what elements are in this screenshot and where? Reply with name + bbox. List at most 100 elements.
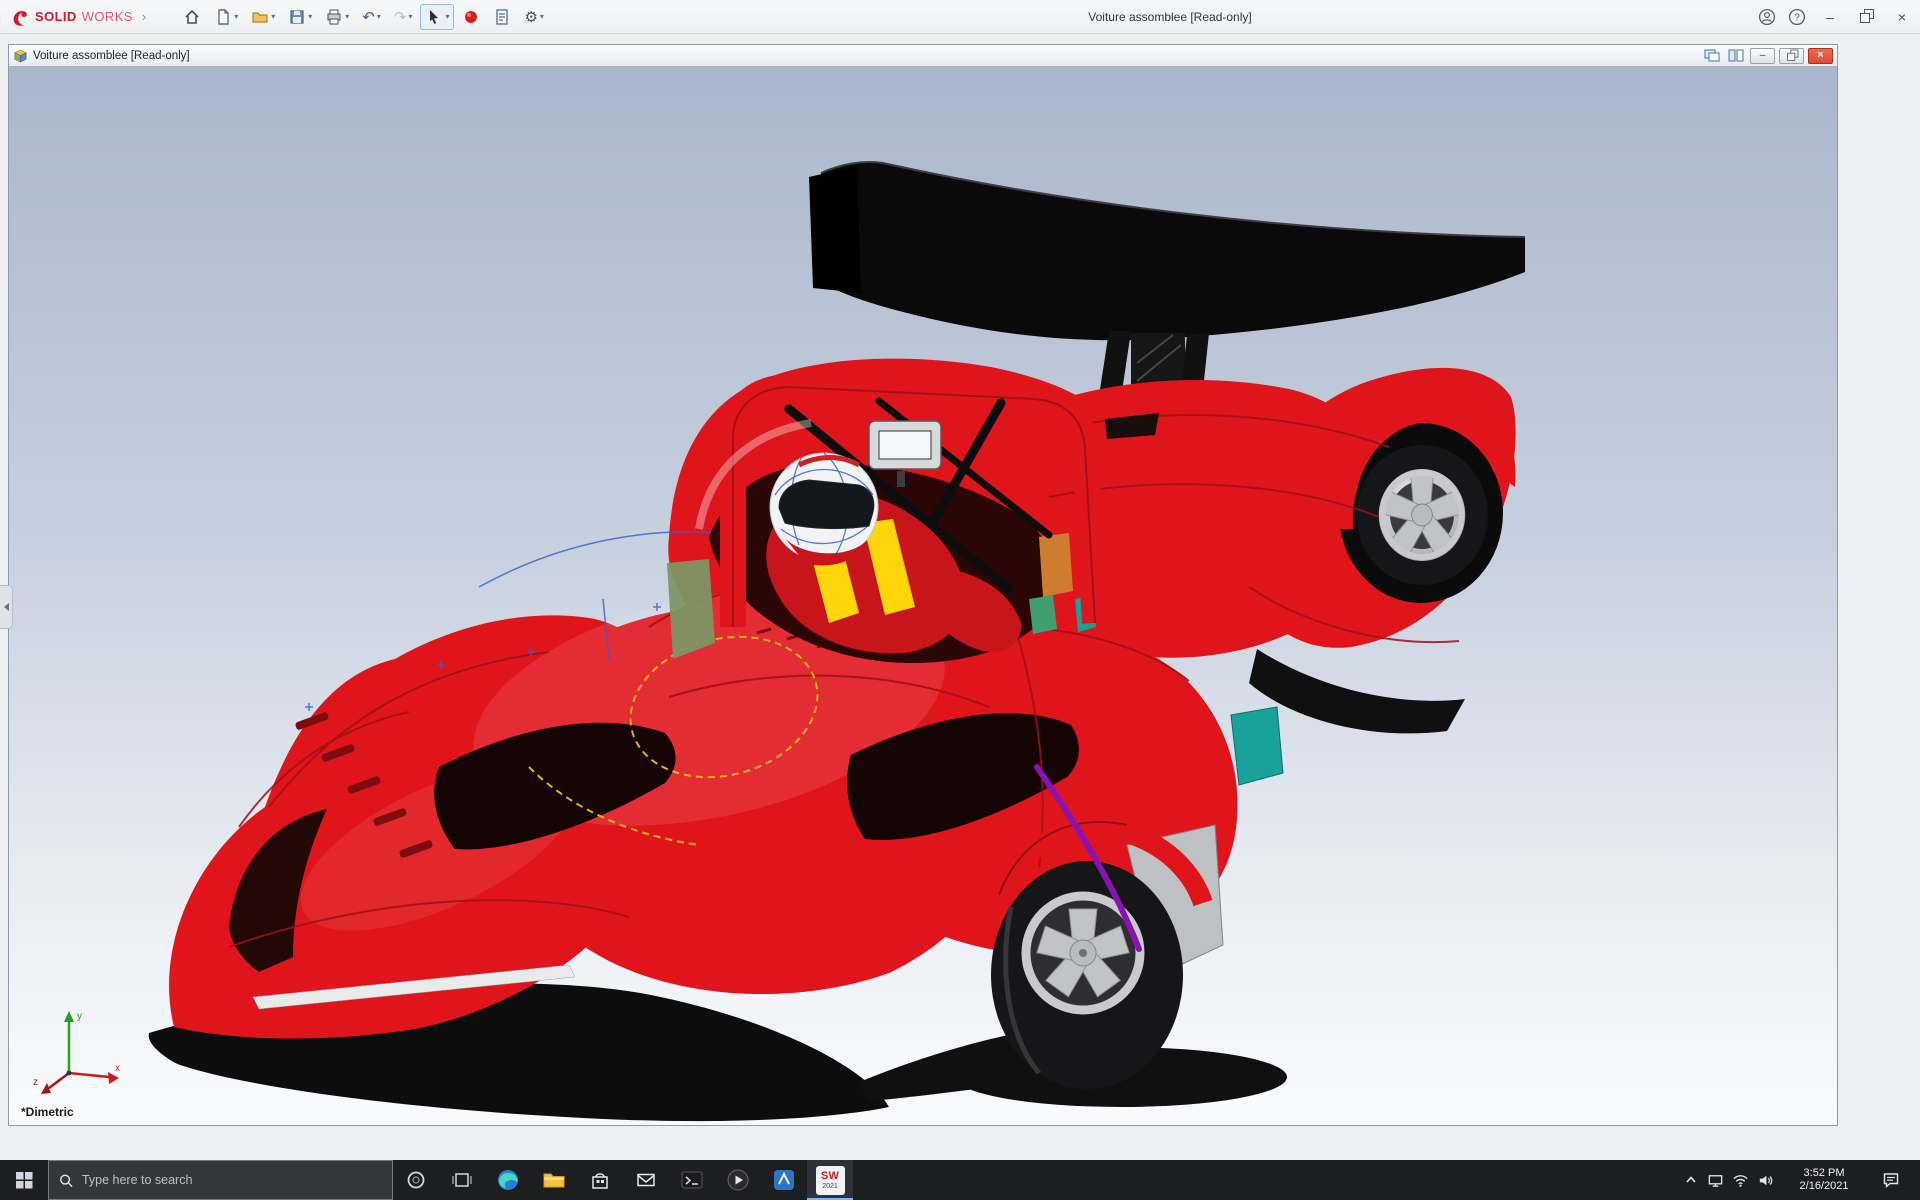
cursor-select-icon: [425, 8, 443, 26]
windows-taskbar: SW 2021 3:52 PM 2/16/2021: [0, 1160, 1920, 1200]
document-properties-icon: [493, 8, 511, 26]
user-account-icon: [1758, 8, 1776, 26]
undo-button[interactable]: ↶ ▾: [357, 4, 386, 30]
axis-y-label: y: [77, 1011, 82, 1022]
terminal-icon: [680, 1168, 704, 1192]
new-document-button[interactable]: ▾: [209, 4, 243, 30]
dropdown-arrow-icon[interactable]: ▾: [271, 12, 275, 21]
new-document-icon: [214, 8, 232, 26]
tile-windows-button[interactable]: [1726, 48, 1746, 63]
start-button[interactable]: [0, 1160, 48, 1200]
settings-gear-icon: ⚙: [524, 8, 537, 26]
display-icon: [1707, 1172, 1724, 1189]
app-minimize-button[interactable]: –: [1812, 0, 1848, 34]
edge-browser-icon: [496, 1168, 520, 1192]
display-tray-button[interactable]: [1703, 1160, 1728, 1200]
dropdown-arrow-icon[interactable]: ▾: [308, 12, 312, 21]
hidden-icons-button[interactable]: [1678, 1160, 1703, 1200]
graphics-viewport[interactable]: y x z *Dimetric: [9, 67, 1837, 1125]
search-icon: [59, 1173, 73, 1188]
search-input[interactable]: [82, 1173, 382, 1187]
taskbar-app-mail[interactable]: [623, 1160, 669, 1200]
action-center-icon: [1882, 1171, 1900, 1189]
file-properties-button[interactable]: [488, 4, 516, 30]
dropdown-arrow-icon[interactable]: ▾: [234, 12, 238, 21]
xpress-products-button[interactable]: [457, 4, 485, 30]
document-titlebar[interactable]: Voiture assomblee [Read-only] – ×: [9, 45, 1837, 67]
clock-date: 2/16/2021: [1778, 1180, 1870, 1193]
dropdown-arrow-icon[interactable]: ▾: [408, 12, 412, 21]
taskbar-app-media[interactable]: [715, 1160, 761, 1200]
cascade-windows-icon: [1704, 49, 1720, 62]
select-tool-button[interactable]: ▾: [420, 4, 454, 30]
network-tray-button[interactable]: [1728, 1160, 1753, 1200]
cascade-windows-button[interactable]: [1702, 48, 1722, 63]
media-player-icon: [726, 1168, 750, 1192]
mail-icon: [635, 1169, 657, 1191]
assembly-document-icon: [13, 48, 28, 63]
task-view-icon: [452, 1170, 472, 1190]
home-icon: [183, 8, 201, 26]
undo-icon: ↶: [362, 8, 375, 26]
collapse-arrow-icon: [4, 603, 9, 611]
clock-time: 3:52 PM: [1778, 1167, 1870, 1180]
speaker-icon: [1757, 1172, 1774, 1189]
svg-text:?: ?: [1794, 13, 1800, 24]
doc-restore-button[interactable]: [1779, 48, 1804, 64]
taskbar-clock[interactable]: 3:52 PM 2/16/2021: [1778, 1167, 1870, 1193]
app-window-controls: ? – ×: [1752, 0, 1920, 34]
collapsed-panel-handle[interactable]: [0, 585, 13, 629]
action-center-button[interactable]: [1870, 1171, 1912, 1189]
dropdown-arrow-icon[interactable]: ▾: [445, 12, 449, 21]
brand-works: WORKS: [82, 9, 133, 24]
account-button[interactable]: [1752, 0, 1782, 34]
help-button[interactable]: ?: [1782, 0, 1812, 34]
taskbar-search[interactable]: [48, 1160, 393, 1200]
axis-z-label: z: [33, 1077, 38, 1088]
print-button[interactable]: ▾: [320, 4, 354, 30]
taskbar-app-edge[interactable]: [485, 1160, 531, 1200]
save-button[interactable]: ▾: [283, 4, 317, 30]
document-title: Voiture assomblee [Read-only]: [33, 50, 190, 62]
brand: SOLIDWORKS ›: [0, 7, 152, 27]
view-orientation-label: *Dimetric: [21, 1105, 74, 1119]
quick-access-toolbar: ▾ ▾ ▾ ▾ ↶ ▾ ↷ ▾ ▾: [178, 4, 549, 30]
cortana-button[interactable]: [393, 1160, 439, 1200]
dassault-systemes-logo-icon: [10, 7, 30, 27]
file-explorer-icon: [542, 1168, 566, 1192]
doc-minimize-button[interactable]: –: [1750, 48, 1775, 64]
task-view-button[interactable]: [439, 1160, 485, 1200]
doc-close-button[interactable]: ×: [1808, 48, 1833, 64]
dropdown-arrow-icon[interactable]: ▾: [377, 12, 381, 21]
taskbar-app-store[interactable]: [577, 1160, 623, 1200]
windows-logo-icon: [16, 1172, 33, 1189]
print-icon: [325, 8, 343, 26]
wifi-icon: [1732, 1172, 1749, 1189]
volume-tray-button[interactable]: [1753, 1160, 1778, 1200]
app-close-button[interactable]: ×: [1884, 0, 1920, 34]
taskbar-app-blue[interactable]: [761, 1160, 807, 1200]
mdi-area: Voiture assomblee [Read-only] – ×: [0, 34, 1920, 1160]
dropdown-arrow-icon[interactable]: ▾: [540, 12, 544, 21]
dropdown-arrow-icon[interactable]: ▾: [345, 12, 349, 21]
blue-app-icon: [772, 1168, 796, 1192]
home-button[interactable]: [178, 4, 206, 30]
car-model-3d[interactable]: [9, 67, 1837, 1125]
open-button[interactable]: ▾: [246, 4, 280, 30]
taskbar-app-solidworks[interactable]: SW 2021: [807, 1160, 853, 1200]
cortana-icon: [406, 1170, 426, 1190]
app-titlebar: SOLIDWORKS › ▾ ▾ ▾ ▾ ↶ ▾ ↷ ▾: [0, 0, 1920, 34]
restore-icon: [1861, 12, 1871, 22]
open-folder-icon: [251, 8, 269, 26]
document-window: Voiture assomblee [Read-only] – ×: [8, 44, 1838, 1126]
orientation-triad: y x z: [29, 1001, 125, 1101]
solidworks-app-icon: SW 2021: [816, 1166, 845, 1195]
document-window-controls: – ×: [1702, 48, 1837, 64]
taskbar-app-file-explorer[interactable]: [531, 1160, 577, 1200]
redo-button[interactable]: ↷ ▾: [389, 4, 418, 30]
tile-windows-icon: [1728, 49, 1744, 62]
breadcrumb-arrow[interactable]: ›: [142, 9, 146, 24]
app-restore-button[interactable]: [1848, 0, 1884, 34]
taskbar-app-terminal[interactable]: [669, 1160, 715, 1200]
options-button[interactable]: ⚙ ▾: [519, 4, 548, 30]
